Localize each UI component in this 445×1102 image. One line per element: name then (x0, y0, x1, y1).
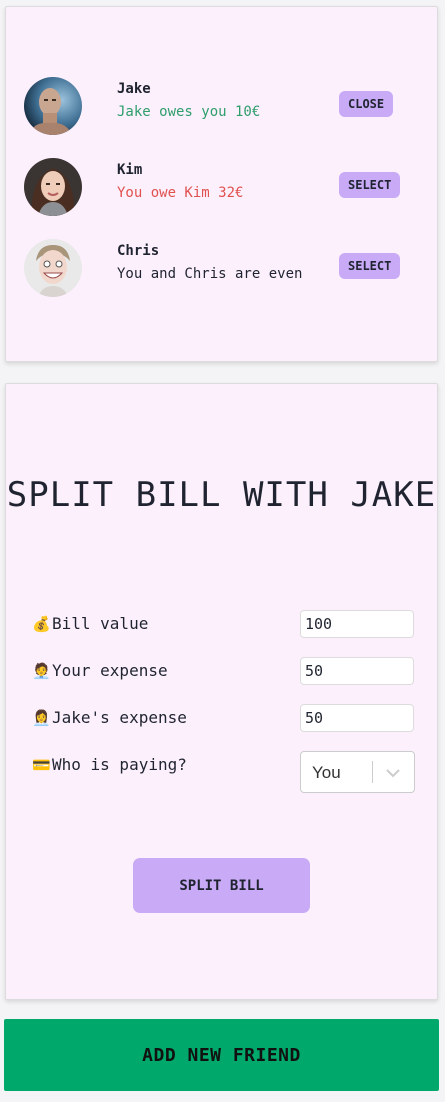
payer-select[interactable]: You (300, 751, 415, 793)
payer-select-value: You (312, 763, 341, 782)
chevron-down-icon[interactable] (384, 765, 402, 784)
add-new-friend-button[interactable]: ADD NEW FRIEND (4, 1019, 439, 1091)
payer-label: Who is paying? (52, 755, 187, 774)
avatar (24, 158, 82, 216)
bill-value-label: Bill value (52, 614, 149, 633)
money-bag-icon: 💰 (32, 615, 51, 633)
friend-expense-label: Jake's expense (52, 708, 187, 727)
your-expense-row: 🧑‍💼Your expense (32, 657, 416, 687)
your-expense-label: Your expense (52, 661, 168, 680)
avatar (24, 77, 82, 135)
bill-value-input[interactable] (300, 610, 414, 638)
select-button[interactable]: SELECT (339, 253, 401, 279)
friend-name: Kim (117, 162, 143, 178)
bill-value-row: 💰Bill value (32, 610, 416, 640)
select-separator (372, 761, 373, 783)
friend-expense-row: 👩‍💼Jake's expense (32, 704, 416, 734)
person-icon: 👩‍💼 (32, 709, 51, 727)
credit-card-icon: 💳 (32, 756, 51, 774)
friend-balance: You owe Kim 32€ (117, 185, 244, 201)
split-bill-form: SPLIT BILL WITH JAKE 💰Bill value 🧑‍💼Your… (5, 383, 438, 1000)
person-icon: 🧑‍💼 (32, 662, 51, 680)
your-expense-input[interactable] (300, 657, 414, 685)
friend-item-kim: Kim You owe Kim 32€ SELECT (24, 158, 420, 218)
friend-balance: Jake owes you 10€ (117, 104, 261, 120)
friends-list: Jake Jake owes you 10€ CLOSE Kim You owe… (5, 6, 438, 362)
friend-name: Chris (117, 243, 160, 259)
close-button[interactable]: CLOSE (339, 91, 394, 117)
friend-expense-input (300, 704, 414, 732)
friend-item-chris: Chris You and Chris are even SELECT (24, 239, 420, 299)
select-button[interactable]: SELECT (339, 172, 401, 198)
payer-row: 💳Who is paying? You (32, 751, 416, 793)
friend-name: Jake (117, 81, 151, 97)
form-title: SPLIT BILL WITH JAKE (6, 475, 437, 515)
avatar (24, 239, 82, 297)
friend-item-jake: Jake Jake owes you 10€ CLOSE (24, 77, 420, 137)
split-bill-button[interactable]: SPLIT BILL (133, 858, 310, 913)
friend-balance: You and Chris are even (117, 266, 303, 282)
